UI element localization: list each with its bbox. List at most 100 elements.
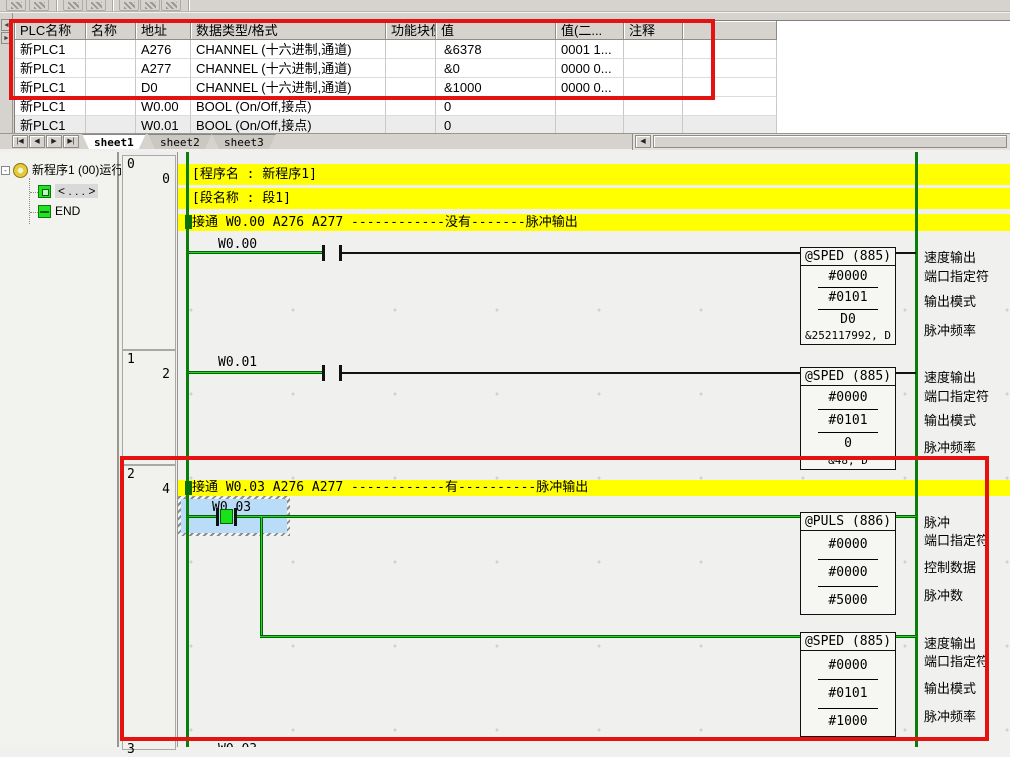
column-header[interactable]: 功能块使...	[386, 21, 436, 40]
column-header[interactable]: 值(二...	[556, 21, 624, 40]
operand[interactable]: #0000	[801, 651, 895, 679]
ladder-canvas[interactable]: [程序名 : 新程序1] [段名称 : 段1] 接通 W0.00 A276 A2…	[178, 152, 1010, 747]
contact-symbol[interactable]	[339, 365, 342, 381]
cell-empty	[683, 78, 777, 97]
contact-symbol[interactable]	[234, 508, 237, 526]
operand-label: 脉冲频率	[924, 706, 976, 724]
operand[interactable]: #0101	[801, 679, 895, 707]
scrollbar-thumb[interactable]	[653, 135, 1007, 148]
rung-number: 0	[127, 157, 135, 172]
wire-energized	[896, 515, 916, 518]
wire-energized	[260, 635, 800, 638]
previous-sheet-button[interactable]: ◀	[29, 135, 45, 148]
operand-label: 速度输出	[924, 633, 976, 651]
operand[interactable]: #0101	[801, 287, 895, 308]
sheet-tab-bar: |◀ ◀ ▶ ▶| sheet1 sheet2 sheet3 ◀	[0, 133, 1010, 149]
contact-symbol[interactable]	[216, 508, 219, 526]
cell-value: &6378	[436, 40, 556, 59]
operand[interactable]: #0000	[801, 531, 895, 559]
cell-value: 0	[436, 97, 556, 116]
tree-expander-icon[interactable]: -	[1, 166, 10, 175]
cell-empty	[683, 40, 777, 59]
operand-label: 端口指定符	[924, 266, 989, 284]
operand[interactable]: #0000	[801, 386, 895, 409]
column-header[interactable]: 注释	[624, 21, 683, 40]
operand-current-value: &48, D	[801, 455, 895, 469]
tree-item-end[interactable]: END	[38, 203, 80, 220]
operand[interactable]: #1000	[801, 708, 895, 736]
toolbar-button-icon[interactable]	[161, 0, 181, 11]
contact-symbol[interactable]	[322, 245, 325, 261]
instruction-block-sped1[interactable]: @SPED (885) #0000 #0101 D0 &252117992, D	[800, 247, 896, 345]
cell-plc-name: 新PLC1	[15, 59, 86, 78]
watch-row[interactable]: 新PLC1 A277 CHANNEL (十六进制,通道) &0 0000 0..…	[15, 59, 1010, 78]
watch-row[interactable]: 新PLC1 W0.01 BOOL (On/Off,接点) 0	[15, 116, 1010, 133]
toolbar-button-icon[interactable]	[140, 0, 160, 11]
column-header[interactable]: 数据类型/格式	[191, 21, 386, 40]
column-header[interactable]: PLC名称	[15, 21, 86, 40]
toolbar-glyph-icon	[34, 2, 45, 9]
toolbar-button-icon[interactable]	[6, 0, 26, 11]
tab-sheet2[interactable]: sheet2	[148, 134, 212, 149]
watch-row[interactable]: 新PLC1 W0.00 BOOL (On/Off,接点) 0	[15, 97, 1010, 116]
operand-label: 脉冲数	[924, 585, 963, 603]
contact-symbol[interactable]	[322, 365, 325, 381]
instruction-block-puls[interactable]: @PULS (886) #0000 #0000 #5000	[800, 512, 896, 615]
operand[interactable]: #0000	[801, 266, 895, 287]
last-sheet-button[interactable]: ▶|	[63, 135, 79, 148]
cell-name	[86, 97, 136, 116]
cell-name	[86, 116, 136, 133]
tab-sheet1[interactable]: sheet1	[82, 134, 146, 149]
rung-number-cell[interactable]: 3	[122, 740, 176, 750]
column-header[interactable]: 值	[436, 21, 556, 40]
operand[interactable]: D0	[801, 309, 895, 330]
operand[interactable]: 0	[801, 432, 895, 455]
toolbar-button-icon[interactable]	[119, 0, 139, 11]
scroll-right-icon[interactable]: ►	[1, 32, 12, 44]
scroll-left-icon[interactable]: ◄	[1, 19, 12, 31]
scroll-left-icon[interactable]: ◀	[635, 135, 651, 148]
instruction-title: @SPED (885)	[801, 368, 895, 386]
program-icon	[13, 163, 28, 178]
tree-item-program[interactable]: 新程序1 (00)运行	[13, 162, 123, 179]
toolbar-button-icon[interactable]	[86, 0, 106, 11]
rung-number-cell[interactable]: 1 2	[122, 350, 176, 465]
cell-value-binary	[556, 116, 624, 133]
operand[interactable]: #0000	[801, 559, 895, 587]
rung-comment-marker	[185, 215, 192, 229]
operand[interactable]: #0101	[801, 409, 895, 432]
cell-comment	[624, 40, 683, 59]
toolbar-button-icon[interactable]	[63, 0, 83, 11]
rung-number-cell[interactable]: 0 0	[122, 155, 176, 350]
cell-plc-name: 新PLC1	[15, 78, 86, 97]
wire-energized	[896, 635, 916, 638]
operand[interactable]: #5000	[801, 586, 895, 614]
operand-label: 脉冲频率	[924, 320, 976, 338]
instruction-block-sped3[interactable]: @SPED (885) #0000 #0101 #1000	[800, 632, 896, 737]
cell-value: 0	[436, 116, 556, 133]
tree-line	[30, 212, 38, 213]
instruction-title: @SPED (885)	[801, 633, 895, 651]
rung-number-cell[interactable]: 2 4	[122, 465, 176, 740]
column-header[interactable]: 名称	[86, 21, 136, 40]
cell-fb-usage	[386, 97, 436, 116]
next-sheet-button[interactable]: ▶	[46, 135, 62, 148]
horizontal-scrollbar[interactable]: ◀	[632, 134, 1010, 150]
toolbar-glyph-icon	[68, 2, 79, 9]
toolbar-button-icon[interactable]	[29, 0, 49, 11]
top-toolbar	[0, 0, 1010, 12]
contact-on-indicator	[220, 509, 233, 524]
rung-number: 3	[127, 742, 135, 757]
tree-item-section[interactable]: < . . . >	[38, 183, 98, 200]
column-header[interactable]: 地址	[136, 21, 191, 40]
cell-value-binary: 0000 0...	[556, 78, 624, 97]
instruction-block-sped2[interactable]: @SPED (885) #0000 #0101 0 &48, D	[800, 367, 896, 470]
contact-symbol[interactable]	[339, 245, 342, 261]
wire-energized	[189, 515, 216, 518]
watch-row[interactable]: 新PLC1 A276 CHANNEL (十六进制,通道) &6378 0001 …	[15, 40, 1010, 59]
rung-number: 1	[127, 352, 135, 367]
watch-row[interactable]: 新PLC1 D0 CHANNEL (十六进制,通道) &1000 0000 0.…	[15, 78, 1010, 97]
first-sheet-button[interactable]: |◀	[12, 135, 28, 148]
toolbar-glyph-icon	[91, 2, 102, 9]
tab-sheet3[interactable]: sheet3	[212, 134, 276, 149]
